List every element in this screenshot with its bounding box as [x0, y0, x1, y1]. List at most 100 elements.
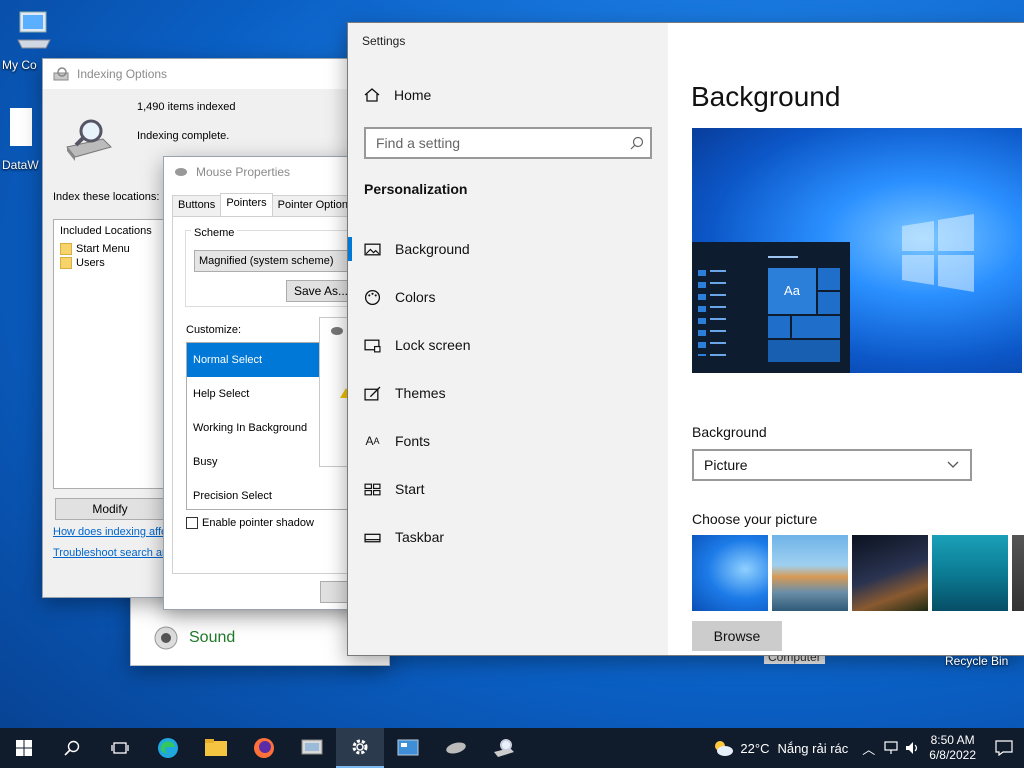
indexing-taskbar-button[interactable]	[288, 728, 336, 768]
chevron-down-icon	[947, 461, 959, 468]
list-header[interactable]: Included Locations	[54, 220, 172, 242]
tab-buttons[interactable]: Buttons	[172, 195, 222, 217]
save-as-button[interactable]: Save As...	[286, 280, 356, 302]
troubleshoot-link[interactable]: Troubleshoot search an	[53, 547, 168, 559]
gear-icon	[352, 739, 368, 755]
volume-icon[interactable]	[905, 741, 921, 755]
sound-item[interactable]: Sound	[153, 625, 235, 651]
clock-date: 6/8/2022	[929, 748, 976, 762]
file-explorer-button[interactable]	[192, 728, 240, 768]
tab-pointers[interactable]: Pointers	[220, 193, 273, 215]
sidebar-item-start[interactable]: Start	[348, 465, 668, 513]
background-preview: Aa	[692, 128, 1022, 373]
speaker-icon	[154, 626, 178, 650]
indexing-options-taskbar-button[interactable]	[480, 728, 528, 768]
mouse-icon	[446, 742, 466, 754]
sidebar-item-lock-screen[interactable]: Lock screen	[348, 321, 668, 369]
folder-icon	[60, 243, 72, 255]
start-button[interactable]	[0, 728, 48, 768]
search-button[interactable]	[48, 728, 96, 768]
mouse-titlebar[interactable]: Mouse Properties	[164, 157, 362, 187]
indexing-icon	[53, 67, 69, 81]
weather-description[interactable]: Nắng rải rác	[777, 741, 848, 756]
sidebar-item-label: Lock screen	[395, 337, 471, 353]
edge-button[interactable]	[144, 728, 192, 768]
computer-icon	[17, 11, 51, 49]
pointer-shadow-checkbox[interactable]	[186, 517, 198, 529]
index-locations-label: Index these locations:	[53, 191, 160, 203]
system-tray: 22°C Nắng rải rác ︿ 8:50 AM 6/8/2022	[712, 728, 1024, 768]
sidebar-item-taskbar[interactable]: Taskbar	[348, 513, 668, 561]
search-icon[interactable]	[630, 136, 644, 150]
browse-button[interactable]: Browse	[692, 621, 782, 651]
lock-screen-icon	[364, 339, 381, 352]
windows-logo-icon	[16, 740, 32, 756]
window-title: Mouse Properties	[196, 165, 291, 179]
palette-icon	[364, 289, 381, 305]
section-heading: Personalization	[364, 181, 468, 197]
sidebar-item-label: Background	[395, 241, 470, 257]
notifications-button[interactable]	[984, 728, 1024, 768]
image-icon	[364, 243, 381, 255]
search-input[interactable]: Find a setting	[364, 127, 652, 159]
indexing-titlebar[interactable]: Indexing Options	[43, 59, 361, 89]
indexing-help-link[interactable]: How does indexing affe	[53, 526, 167, 538]
weather-icon[interactable]	[712, 738, 734, 758]
clock[interactable]: 8:50 AM 6/8/2022	[929, 733, 976, 763]
preview-tile: Aa	[768, 268, 816, 314]
sidebar-item-fonts[interactable]: AA Fonts	[348, 417, 668, 465]
mouse-taskbar-button[interactable]	[432, 728, 480, 768]
search-icon	[64, 740, 80, 756]
window-title: Indexing Options	[77, 67, 168, 81]
desktop-icon-label: DataW	[2, 158, 39, 172]
sidebar-item-label: Taskbar	[395, 529, 445, 545]
modify-button[interactable]: Modify	[55, 498, 165, 520]
background-dropdown[interactable]: Picture	[692, 449, 972, 481]
taskbar-icon	[364, 533, 381, 542]
magnifier-drive-icon	[66, 119, 112, 161]
notification-icon	[995, 740, 1013, 756]
scheme-dropdown[interactable]: Magnified (system scheme)	[194, 250, 354, 272]
home-icon	[364, 88, 380, 102]
thumbnail-night-sky[interactable]	[852, 535, 928, 611]
recycle-bin-label[interactable]: Recycle Bin	[945, 654, 1008, 668]
themes-icon	[364, 386, 381, 401]
network-icon[interactable]	[883, 741, 899, 755]
magnifier-drive-icon	[494, 739, 514, 757]
desktop-icon-datawrapper[interactable]: DataW	[0, 108, 42, 172]
sidebar-item-themes[interactable]: Themes	[348, 369, 668, 417]
list-item[interactable]: Precision Select	[187, 479, 355, 513]
control-panel-button[interactable]	[384, 728, 432, 768]
sidebar-item-label: Colors	[395, 289, 436, 305]
sidebar-item-background[interactable]: Background	[348, 225, 668, 273]
folder-icon	[60, 257, 72, 269]
firefox-button[interactable]	[240, 728, 288, 768]
location-label: Users	[76, 257, 105, 269]
mouse-tabs: Buttons Pointers Pointer Options	[172, 193, 360, 217]
sidebar-item-colors[interactable]: Colors	[348, 273, 668, 321]
edge-icon	[158, 738, 178, 758]
settings-nav: Settings Home Find a setting Personaliza…	[348, 23, 668, 655]
desktop-icon-my-computer[interactable]: My Co	[2, 10, 64, 72]
sidebar-item-label: Fonts	[395, 433, 431, 449]
windows-logo-icon	[902, 214, 974, 292]
included-locations-list[interactable]: Included Locations Start Menu Users	[53, 219, 173, 489]
background-dropdown-value: Picture	[704, 457, 748, 473]
settings-taskbar-button[interactable]	[336, 728, 384, 768]
thumbnail-underwater[interactable]	[932, 535, 1008, 611]
page-title: Background	[691, 81, 841, 112]
list-item[interactable]: Users	[54, 256, 172, 270]
thumbnail-windows[interactable]	[692, 535, 768, 611]
nav-home[interactable]: Home	[364, 87, 431, 103]
weather-temperature[interactable]: 22°C	[740, 741, 769, 756]
sidebar-item-label: Start	[395, 481, 425, 497]
firefox-icon	[254, 738, 274, 758]
thumbnail-beach[interactable]	[772, 535, 848, 611]
location-label: Start Menu	[76, 243, 130, 255]
task-view-button[interactable]	[96, 728, 144, 768]
chevron-up-icon[interactable]: ︿	[862, 739, 875, 758]
window-title: Settings	[362, 34, 406, 48]
pointer-shadow-row[interactable]: Enable pointer shadow	[186, 517, 314, 529]
thumbnail-rock[interactable]	[1012, 535, 1024, 611]
list-item[interactable]: Start Menu	[54, 242, 172, 256]
